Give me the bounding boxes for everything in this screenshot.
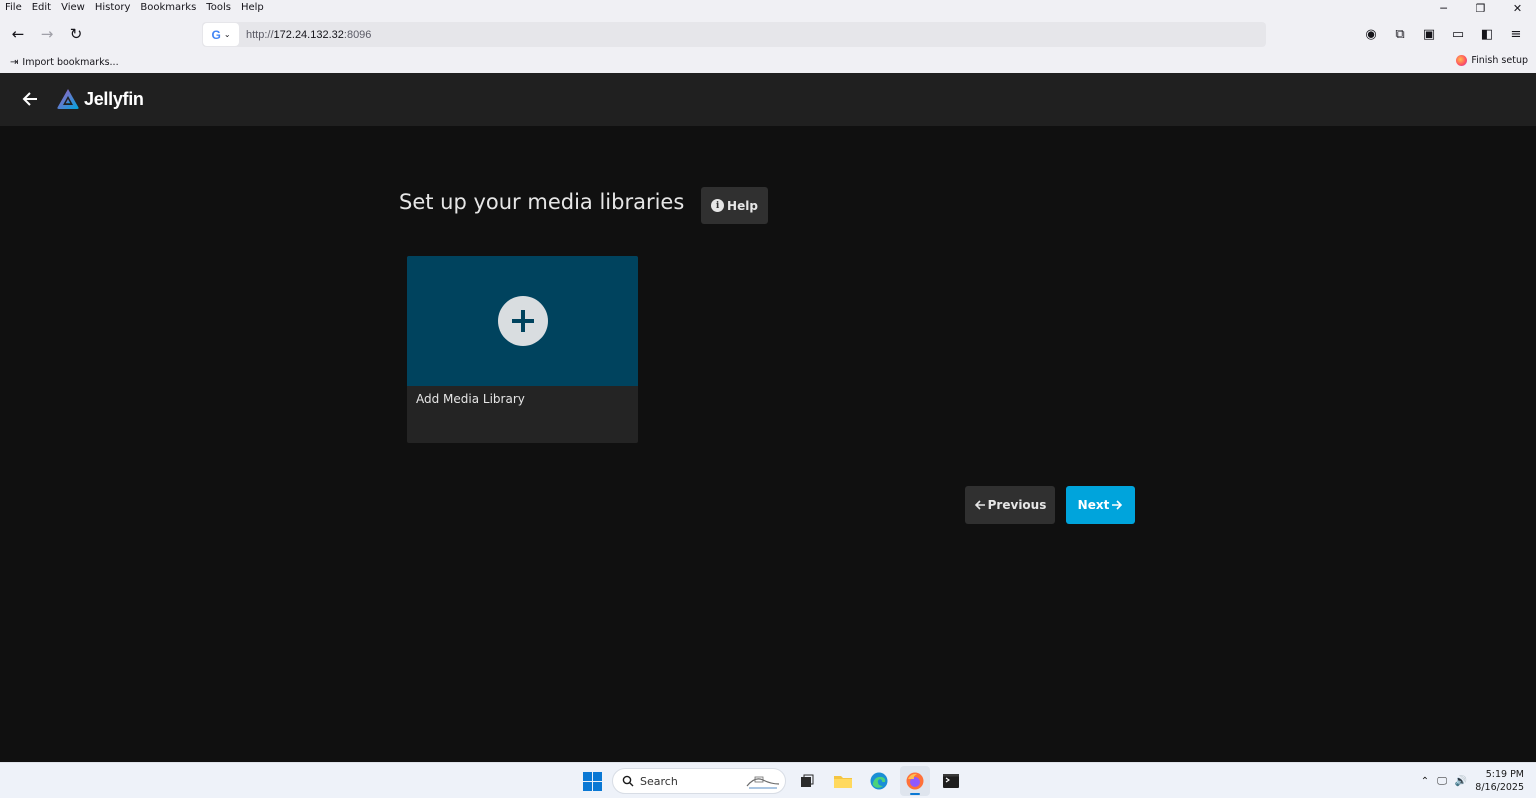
previous-button[interactable]: Previous: [965, 486, 1055, 524]
import-icon: ⇥: [10, 57, 19, 68]
add-media-library-card[interactable]: Add Media Library: [407, 256, 638, 443]
pocket-icon[interactable]: ▣: [1415, 20, 1443, 48]
menu-tools[interactable]: Tools: [201, 1, 236, 15]
bookmarks-bar: ⇥ Import bookmarks... Finish setup: [0, 52, 1536, 73]
chevron-down-icon: ⌄: [223, 30, 231, 39]
menu-view[interactable]: View: [56, 1, 90, 15]
menu-history[interactable]: History: [90, 1, 136, 15]
finish-setup-button[interactable]: Finish setup: [1456, 55, 1528, 66]
page-title: Set up your media libraries: [399, 190, 685, 214]
window-controls: ─ ❐ ✕: [1425, 0, 1536, 16]
next-button[interactable]: Next: [1066, 486, 1135, 524]
previous-label: Previous: [987, 498, 1047, 512]
menu-file[interactable]: File: [0, 1, 27, 15]
system-tray: ⌃ 🖵 🔊 5:19 PM 8/16/2025: [1421, 767, 1524, 795]
terminal-icon[interactable]: [936, 766, 966, 796]
menu-edit[interactable]: Edit: [27, 1, 56, 15]
taskbar-search[interactable]: Search: [612, 768, 786, 794]
reload-icon[interactable]: ↻: [62, 20, 90, 48]
card-label: Add Media Library: [416, 392, 525, 406]
arrow-left-icon: [974, 500, 985, 510]
minimize-icon[interactable]: ─: [1425, 0, 1462, 16]
browser-menubar: File Edit View History Bookmarks Tools H…: [0, 0, 1536, 16]
clock-date: 8/16/2025: [1475, 782, 1524, 793]
firefox-icon: [1456, 55, 1468, 66]
os-taskbar: Search ⌃ 🖵 🔊 5:19 PM 8/16/2025: [0, 762, 1536, 798]
firefox-taskbar-icon[interactable]: [900, 766, 930, 796]
network-icon[interactable]: 🖵: [1437, 776, 1447, 787]
sidebar-icon[interactable]: ◧: [1473, 20, 1501, 48]
back-icon[interactable]: ←: [4, 20, 32, 48]
url-bar[interactable]: G ⌄ http://172.24.132.32:8096: [202, 22, 1266, 47]
close-window-icon[interactable]: ✕: [1499, 0, 1536, 16]
add-icon: [497, 296, 548, 346]
wizard-content: Set up your media libraries i Help Add M…: [0, 126, 1536, 762]
account-icon[interactable]: ◉: [1357, 20, 1385, 48]
app-back-icon[interactable]: [18, 87, 42, 111]
search-engine-button[interactable]: G ⌄: [203, 23, 239, 46]
url-scheme: http://: [246, 28, 274, 41]
clock-time: 5:19 PM: [1485, 769, 1524, 780]
jellyfin-logo-text: Jellyfin: [84, 88, 144, 109]
browser-toolbar: ◉ ⧉ ▣ ▭ ◧ ≡: [1357, 20, 1530, 48]
search-icon: [622, 775, 634, 787]
app-header: Jellyfin: [0, 73, 1536, 126]
hamburger-menu-icon[interactable]: ≡: [1502, 20, 1530, 48]
edge-browser-icon[interactable]: [864, 766, 894, 796]
arrow-right-icon: [1112, 500, 1123, 510]
extensions-icon[interactable]: ⧉: [1386, 20, 1414, 48]
windows-start-icon[interactable]: [578, 767, 606, 795]
volume-icon[interactable]: 🔊: [1455, 776, 1467, 787]
search-highlight-icon: [746, 776, 780, 789]
url-host: 172.24.132.32: [273, 28, 344, 41]
help-label: Help: [727, 198, 758, 213]
system-clock[interactable]: 5:19 PM 8/16/2025: [1475, 768, 1524, 794]
restore-icon[interactable]: ❐: [1462, 0, 1499, 16]
help-button[interactable]: i Help: [701, 187, 768, 224]
next-label: Next: [1077, 498, 1110, 512]
google-icon: G: [211, 27, 221, 42]
file-explorer-icon[interactable]: [828, 766, 858, 796]
info-icon: i: [711, 199, 725, 212]
taskbar-apps: Search: [578, 766, 966, 796]
jellyfin-logo-icon: [57, 89, 79, 109]
menu-bookmarks[interactable]: Bookmarks: [135, 1, 201, 15]
card-thumbnail: [407, 256, 638, 386]
tray-chevron-up-icon[interactable]: ⌃: [1421, 776, 1429, 787]
jellyfin-logo[interactable]: Jellyfin: [56, 87, 144, 111]
url-text[interactable]: http://172.24.132.32:8096: [246, 29, 371, 41]
sidebar-bottom-icon[interactable]: ▭: [1444, 20, 1472, 48]
import-bookmarks-label: Import bookmarks...: [22, 57, 119, 68]
url-port: :8096: [343, 28, 372, 41]
browser-navbar: ← → ↻ G ⌄ http://172.24.132.32:8096 ◉ ⧉ …: [0, 16, 1536, 52]
import-bookmarks-link[interactable]: ⇥ Import bookmarks...: [10, 57, 119, 68]
task-view-icon[interactable]: [792, 766, 822, 796]
forward-icon[interactable]: →: [33, 20, 61, 48]
menu-help[interactable]: Help: [236, 1, 269, 15]
taskbar-search-label: Search: [640, 774, 678, 788]
finish-setup-label: Finish setup: [1471, 55, 1528, 66]
